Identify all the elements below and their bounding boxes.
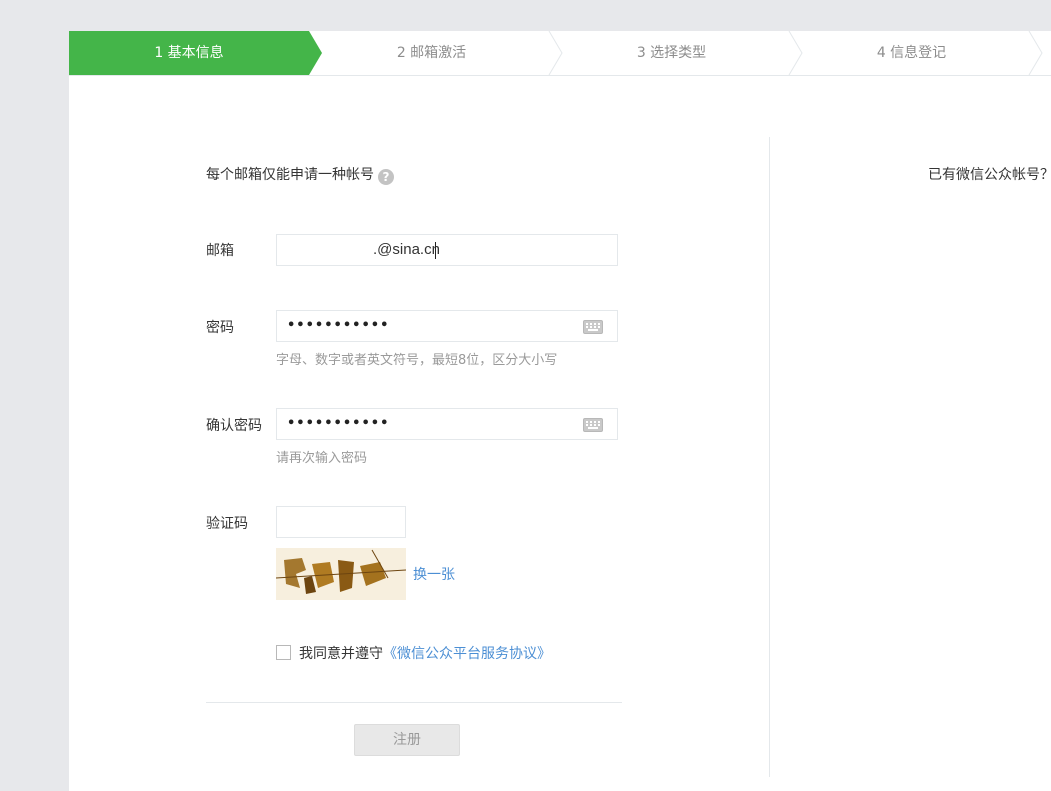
refresh-captcha-link[interactable]: 换一张 [413,564,455,584]
keyboard-icon[interactable] [583,418,603,432]
agreement-checkbox[interactable] [276,645,291,660]
step-2: 2 邮箱激活 [309,31,554,75]
confirm-password-hint: 请再次输入密码 [276,451,368,466]
password-value: ••••••••••• [287,318,390,333]
text-caret [435,242,436,259]
service-agreement-link[interactable]: 《微信公众平台服务协议》 [383,646,551,662]
registration-panel: 1 基本信息 2 邮箱激活 3 选择类型 4 信息登记 每个邮箱仅能申请一种帐号… [69,31,1051,791]
step-4: 4 信息登记 [789,31,1034,75]
agreement-text: 我同意并遵守《微信公众平台服务协议》 [299,643,551,663]
captcha-label: 验证码 [206,516,248,532]
email-value: .@sina.cn [373,241,440,258]
form-divider [206,702,622,703]
step-1: 1 基本信息 [69,31,309,75]
step-3: 3 选择类型 [549,31,794,75]
captcha-image[interactable] [275,548,407,600]
email-notice-text: 每个邮箱仅能申请一种帐号 [206,167,374,183]
step-2-label: 2 邮箱激活 [396,45,467,61]
confirm-password-field[interactable]: ••••••••••• [276,408,618,440]
password-hint: 字母、数字或者英文符号，最短8位，区分大小写 [276,353,558,368]
step-progress-bar: 1 基本信息 2 邮箱激活 3 选择类型 4 信息登记 [69,31,1051,76]
captcha-input[interactable] [276,506,406,538]
register-button[interactable]: 注册 [354,724,460,756]
step-4-label: 4 信息登记 [876,45,947,61]
vertical-divider [769,137,770,777]
help-icon[interactable]: ? [378,169,394,185]
step-3-label: 3 选择类型 [636,45,707,61]
password-label: 密码 [206,320,234,336]
email-notice: 每个邮箱仅能申请一种帐号? [206,164,394,185]
email-label: 邮箱 [206,243,234,259]
confirm-password-value: ••••••••••• [287,416,390,431]
agreement-prefix: 我同意并遵守 [299,646,383,662]
confirm-password-label: 确认密码 [206,418,262,434]
password-field[interactable]: ••••••••••• [276,310,618,342]
email-field[interactable]: .@sina.cn [276,234,618,266]
existing-account-text: 已有微信公众帐号？ [928,167,1051,183]
step-1-label: 1 基本信息 [154,45,224,61]
keyboard-icon[interactable] [583,320,603,334]
captcha-glyphs [275,549,407,594]
